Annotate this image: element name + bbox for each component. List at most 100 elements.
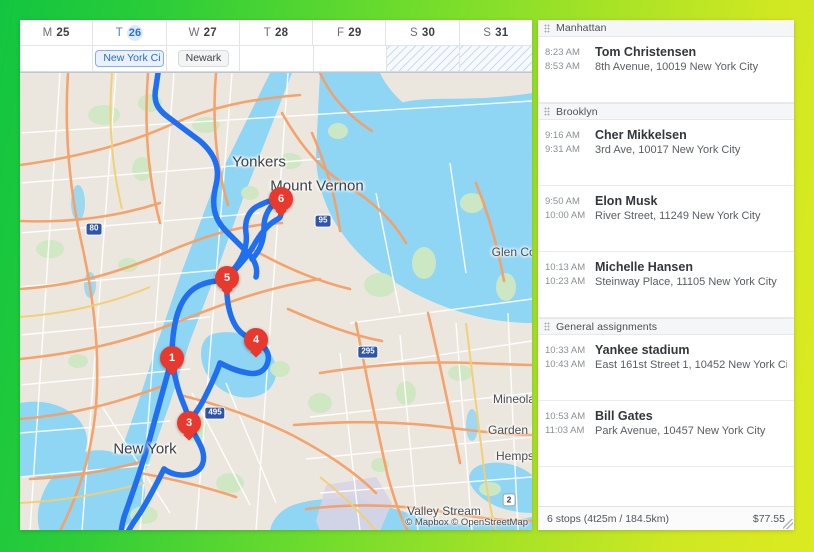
stop-name: Cher Mikkelsen — [595, 128, 687, 142]
calendar-day-number: 31 — [495, 26, 509, 39]
stop-group-title: Brooklyn — [556, 105, 598, 118]
map-attribution: © Mapbox © OpenStreetMap — [405, 517, 528, 528]
stop-group-title: Manhattan — [556, 22, 607, 34]
calendar-day-25[interactable]: M 25 — [20, 20, 94, 45]
stop-details: Michelle Hansen Steinway Place, 11105 New… — [591, 260, 787, 308]
drag-handle-icon[interactable] — [544, 322, 551, 331]
stop-name: Bill Gates — [595, 409, 653, 423]
calendar-day-26[interactable]: T 26 — [93, 20, 167, 45]
stop-row[interactable]: 10:53 AM 11:03 AM Bill Gates Park Avenue, 1… — [538, 401, 794, 467]
route-marker-6[interactable]: 6 — [269, 187, 293, 211]
calendar-event-cell[interactable] — [459, 46, 532, 71]
route-marker-1[interactable]: 1 — [160, 346, 184, 370]
stop-end-time: 11:03 AM — [545, 425, 585, 436]
stop-name: Michelle Hansen — [595, 260, 693, 274]
stops-list[interactable]: Manhattan 8:23 AM 8:53 AM Tom Christensen 8t… — [538, 20, 794, 506]
calendar-day-number: 29 — [348, 26, 362, 39]
stop-address: 3rd Ave, 10017 New York City — [595, 144, 741, 156]
calendar-day-number: 25 — [56, 26, 70, 39]
stop-start-time: 10:53 AM — [545, 411, 586, 422]
calendar-day-weekday: S — [410, 26, 418, 39]
stop-end-time: 8:53 AM — [545, 61, 580, 72]
calendar-event-chip[interactable]: Newark — [177, 49, 230, 68]
calendar-day-number: 26 — [127, 24, 144, 41]
stop-details: Bill Gates Park Avenue, 10457 New York Ci… — [591, 409, 787, 457]
stop-address: East 161st Street 1, 10452 New York City — [595, 359, 787, 371]
highway-shield-icon: 295 — [357, 345, 379, 359]
route-map[interactable]: YonkersMount VernonGlen CoveNew YorkMine… — [20, 72, 532, 530]
stop-name: Yankee stadium — [595, 343, 690, 357]
route-summary-bar: 6 stops (4t25m / 184.5km) $77.55 — [538, 506, 794, 530]
stop-details: Tom Christensen 8th Avenue, 10019 New Yor… — [591, 45, 787, 93]
calendar-day-number: 30 — [421, 26, 436, 39]
calendar-event-cell[interactable] — [386, 46, 460, 71]
calendar-day-weekday: T — [115, 26, 124, 39]
calendar-day-weekday: S — [483, 26, 492, 39]
stop-end-time: 10:23 AM — [545, 276, 586, 287]
calendar-day-number: 27 — [203, 26, 217, 39]
calendar-day-30[interactable]: S 30 — [386, 20, 460, 45]
resize-grip-icon[interactable] — [783, 519, 793, 529]
drag-handle-icon[interactable] — [544, 107, 551, 116]
stop-times: 10:13 AM 10:23 AM — [545, 260, 591, 308]
stop-end-time: 9:31 AM — [545, 144, 580, 155]
stop-details: Elon Musk River Street, 11249 New York Ci… — [591, 194, 787, 242]
calendar-day-weekday: F — [337, 26, 345, 39]
stop-address: Park Avenue, 10457 New York City — [595, 425, 766, 437]
highway-shield-icon: 2 — [502, 493, 516, 507]
summary-price: $77.55 — [752, 512, 785, 525]
summary-stops-text: 6 stops (4t25m / 184.5km) — [547, 512, 669, 525]
highway-shield-icon: 495 — [204, 406, 226, 420]
stop-times: 9:50 AM 10:00 AM — [545, 194, 591, 242]
stops-panel: Manhattan 8:23 AM 8:53 AM Tom Christensen 8t… — [538, 20, 794, 530]
calendar-event-chip[interactable]: New York Ci — [95, 49, 165, 68]
calendar-day-31[interactable]: S 31 — [460, 20, 532, 45]
stop-row[interactable]: 10:33 AM 10:43 AM Yankee stadium East 161st… — [538, 335, 794, 401]
stop-group-header[interactable]: Brooklyn — [538, 103, 794, 120]
calendar-event-cell[interactable]: New York Ci — [93, 46, 168, 71]
map-canvas — [20, 73, 532, 530]
calendar-event-row: New York Ci Newark — [20, 46, 532, 72]
stop-address: 8th Avenue, 10019 New York City — [595, 61, 759, 73]
stop-start-time: 8:23 AM — [545, 47, 580, 58]
calendar-event-cell[interactable]: Newark — [167, 46, 241, 71]
app-root: M 25 T 26 W 27 T 28 F 29 S 30 S 31 New York Ci Newark — [0, 0, 814, 552]
calendar-day-29[interactable]: F 29 — [313, 20, 387, 45]
calendar-event-cell[interactable] — [240, 46, 314, 71]
stop-end-time: 10:00 AM — [545, 210, 586, 221]
stop-group-title: General assignments — [556, 320, 658, 333]
stop-row[interactable]: 9:16 AM 9:31 AM Cher Mikkelsen 3rd Ave, 100… — [538, 120, 794, 186]
calendar-map-panel: M 25 T 26 W 27 T 28 F 29 S 30 S 31 New York Ci Newark — [20, 20, 532, 530]
route-marker-4[interactable]: 4 — [244, 328, 268, 352]
stop-details: Yankee stadium East 161st Street 1, 10452… — [591, 343, 787, 391]
stop-start-time: 10:33 AM — [545, 345, 586, 356]
stop-address: Steinway Place, 11105 New York City — [595, 276, 777, 288]
stop-group-header[interactable]: General assignments — [538, 318, 794, 335]
stop-row[interactable]: 10:13 AM 10:23 AM Michelle Hansen Steinway … — [538, 252, 794, 318]
highway-shield-icon: 80 — [85, 222, 103, 236]
highway-shield-icon: 95 — [314, 214, 332, 228]
stop-row[interactable]: 9:50 AM 10:00 AM Elon Musk River Street, 11… — [538, 186, 794, 252]
route-marker-5[interactable]: 5 — [215, 266, 239, 290]
stop-times: 9:16 AM 9:31 AM — [545, 128, 591, 176]
calendar-day-27[interactable]: W 27 — [167, 20, 240, 45]
drag-handle-icon[interactable] — [544, 23, 551, 33]
calendar-event-cell[interactable] — [314, 46, 387, 71]
stop-start-time: 9:16 AM — [545, 130, 580, 141]
calendar-day-number: 28 — [275, 26, 289, 39]
calendar-day-header: M 25 T 26 W 27 T 28 F 29 S 30 S 31 — [20, 20, 532, 46]
stop-name: Tom Christensen — [595, 45, 697, 59]
calendar-day-28[interactable]: T 28 — [240, 20, 314, 45]
stop-row[interactable]: 8:23 AM 8:53 AM Tom Christensen 8th Avenue,… — [538, 37, 794, 103]
stop-group-header[interactable]: Manhattan — [538, 20, 794, 37]
calendar-day-weekday: T — [263, 26, 271, 39]
stop-times: 10:53 AM 11:03 AM — [545, 409, 591, 457]
calendar-day-weekday: M — [42, 26, 53, 39]
stop-times: 8:23 AM 8:53 AM — [545, 45, 591, 93]
calendar-event-cell[interactable] — [20, 46, 94, 71]
stop-start-time: 10:13 AM — [545, 262, 586, 273]
route-marker-3[interactable]: 3 — [177, 411, 201, 435]
stop-times: 10:33 AM 10:43 AM — [545, 343, 591, 391]
stop-name: Elon Musk — [595, 194, 658, 208]
stop-details: Cher Mikkelsen 3rd Ave, 10017 New York Ci… — [591, 128, 787, 176]
